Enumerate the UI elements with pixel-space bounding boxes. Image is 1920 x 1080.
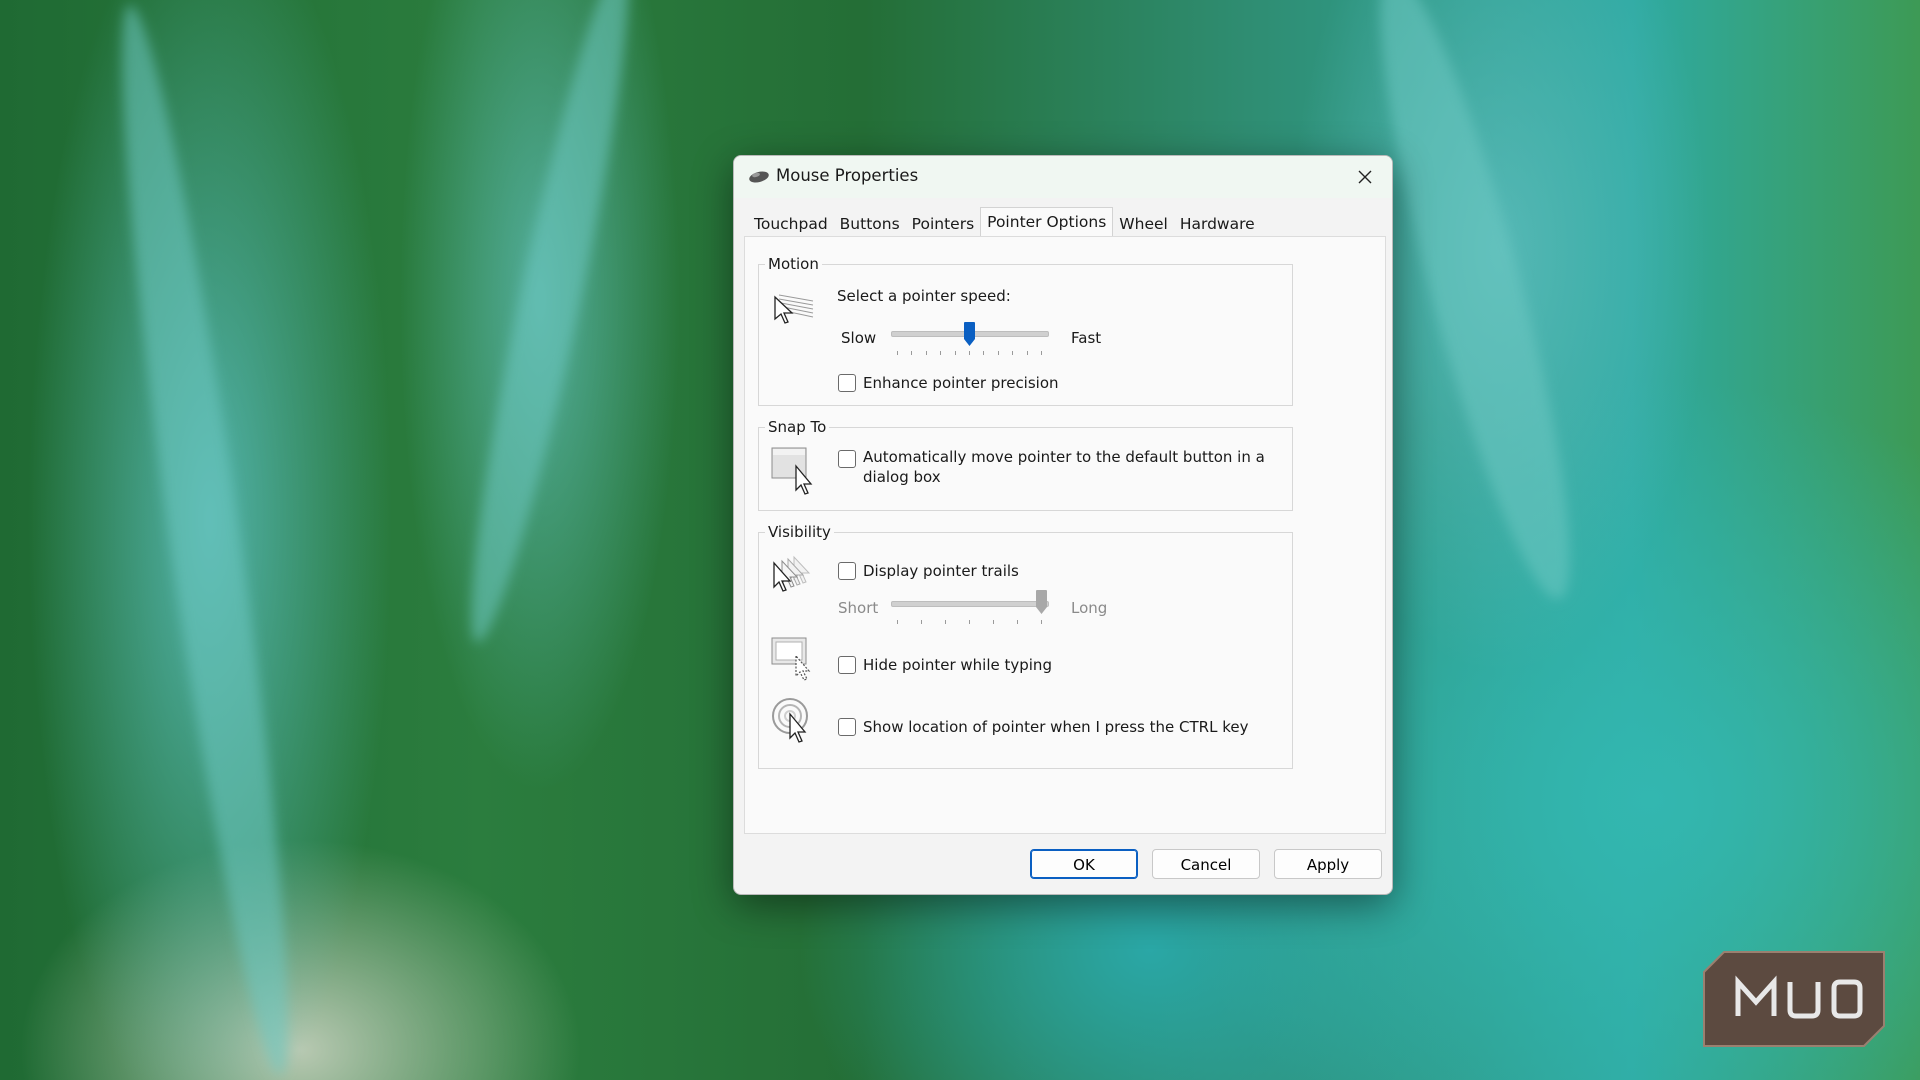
slider-tick (1041, 620, 1042, 624)
tab-strip: Touchpad Buttons Pointers Pointer Option… (748, 207, 1261, 237)
tab-touchpad[interactable]: Touchpad (748, 210, 834, 236)
pointer-speed-icon (774, 294, 814, 324)
tab-pointer-options[interactable]: Pointer Options (980, 207, 1114, 237)
cancel-button[interactable]: Cancel (1152, 849, 1260, 879)
slider-tick (954, 351, 956, 355)
tab-wheel[interactable]: Wheel (1113, 210, 1174, 236)
long-label: Long (1071, 599, 1108, 617)
slider-tick (940, 351, 942, 355)
auto-snap-checkbox[interactable] (838, 450, 856, 468)
show-location-icon (772, 698, 808, 743)
slider-tick (897, 351, 898, 355)
hide-pointer-icon (771, 637, 811, 681)
wallpaper-river (447, 0, 653, 649)
fast-label: Fast (1071, 329, 1102, 347)
motion-group: Motion Select a pointer speed: Slow Fast… (758, 255, 1293, 406)
slider-tick (993, 620, 994, 624)
slider-tick (997, 351, 999, 355)
pointer-speed-ticks (897, 351, 1042, 355)
window-title: Mouse Properties (776, 166, 919, 185)
slider-tick (911, 351, 913, 355)
slider-tick (1026, 351, 1028, 355)
pointer-trails-slider[interactable] (1035, 589, 1048, 615)
enhance-precision-label[interactable]: Enhance pointer precision (863, 374, 1059, 392)
pointer-options-panel: Motion Select a pointer speed: Slow Fast… (744, 236, 1386, 834)
muo-logo (1703, 951, 1885, 1047)
pointer-speed-label: Select a pointer speed: (837, 287, 1011, 305)
slider-tick (945, 620, 946, 624)
slider-tick (1012, 351, 1014, 355)
visibility-group: Visibility Display pointer trails Short … (758, 523, 1293, 769)
snap-to-icon (771, 447, 813, 495)
close-icon (1358, 170, 1372, 184)
slider-tick (1017, 620, 1018, 624)
mouse-properties-dialog: Mouse Properties Touchpad Buttons Pointe… (733, 155, 1393, 895)
pointer-trails-track (891, 601, 1049, 607)
slider-tick (897, 620, 898, 624)
show-location-label[interactable]: Show location of pointer when I press th… (863, 718, 1248, 736)
auto-snap-label-line2[interactable]: dialog box (863, 468, 941, 486)
short-label: Short (838, 599, 879, 617)
hide-while-typing-checkbox[interactable] (838, 656, 856, 674)
tab-buttons[interactable]: Buttons (834, 210, 906, 236)
apply-button[interactable]: Apply (1274, 849, 1382, 879)
tab-pointers[interactable]: Pointers (906, 210, 980, 236)
hide-while-typing-label[interactable]: Hide pointer while typing (863, 656, 1052, 674)
pointer-trails-ticks (897, 620, 1042, 624)
pointer-trails-icon (773, 555, 811, 592)
pointer-trails-checkbox[interactable] (838, 562, 856, 580)
tab-hardware[interactable]: Hardware (1174, 210, 1261, 236)
title-bar[interactable]: Mouse Properties (734, 156, 1392, 198)
slider-tick (983, 351, 985, 355)
pointer-trails-label[interactable]: Display pointer trails (863, 562, 1019, 580)
slider-tick (925, 351, 927, 355)
slider-tick (969, 620, 970, 624)
slider-tick (921, 620, 922, 624)
mouse-icon (749, 171, 769, 183)
snap-to-group: Snap To Automatically move pointer to th… (758, 418, 1293, 511)
close-button[interactable] (1350, 162, 1380, 192)
checkmark-icon (839, 379, 851, 389)
checkmark-icon (839, 723, 851, 733)
auto-snap-label-line1[interactable]: Automatically move pointer to the defaul… (863, 448, 1265, 466)
pointer-speed-slider[interactable] (963, 321, 976, 347)
motion-group-title: Motion (765, 255, 822, 273)
show-location-checkbox[interactable] (838, 718, 856, 736)
wallpaper-river (95, 0, 315, 1080)
visibility-group-title: Visibility (765, 523, 834, 541)
snap-to-group-title: Snap To (765, 418, 830, 436)
slider-tick (969, 351, 970, 355)
enhance-precision-checkbox[interactable] (838, 374, 856, 392)
slider-tick (1041, 351, 1042, 355)
ok-button[interactable]: OK (1030, 849, 1138, 879)
slow-label: Slow (841, 329, 877, 347)
checkmark-icon (839, 661, 851, 671)
